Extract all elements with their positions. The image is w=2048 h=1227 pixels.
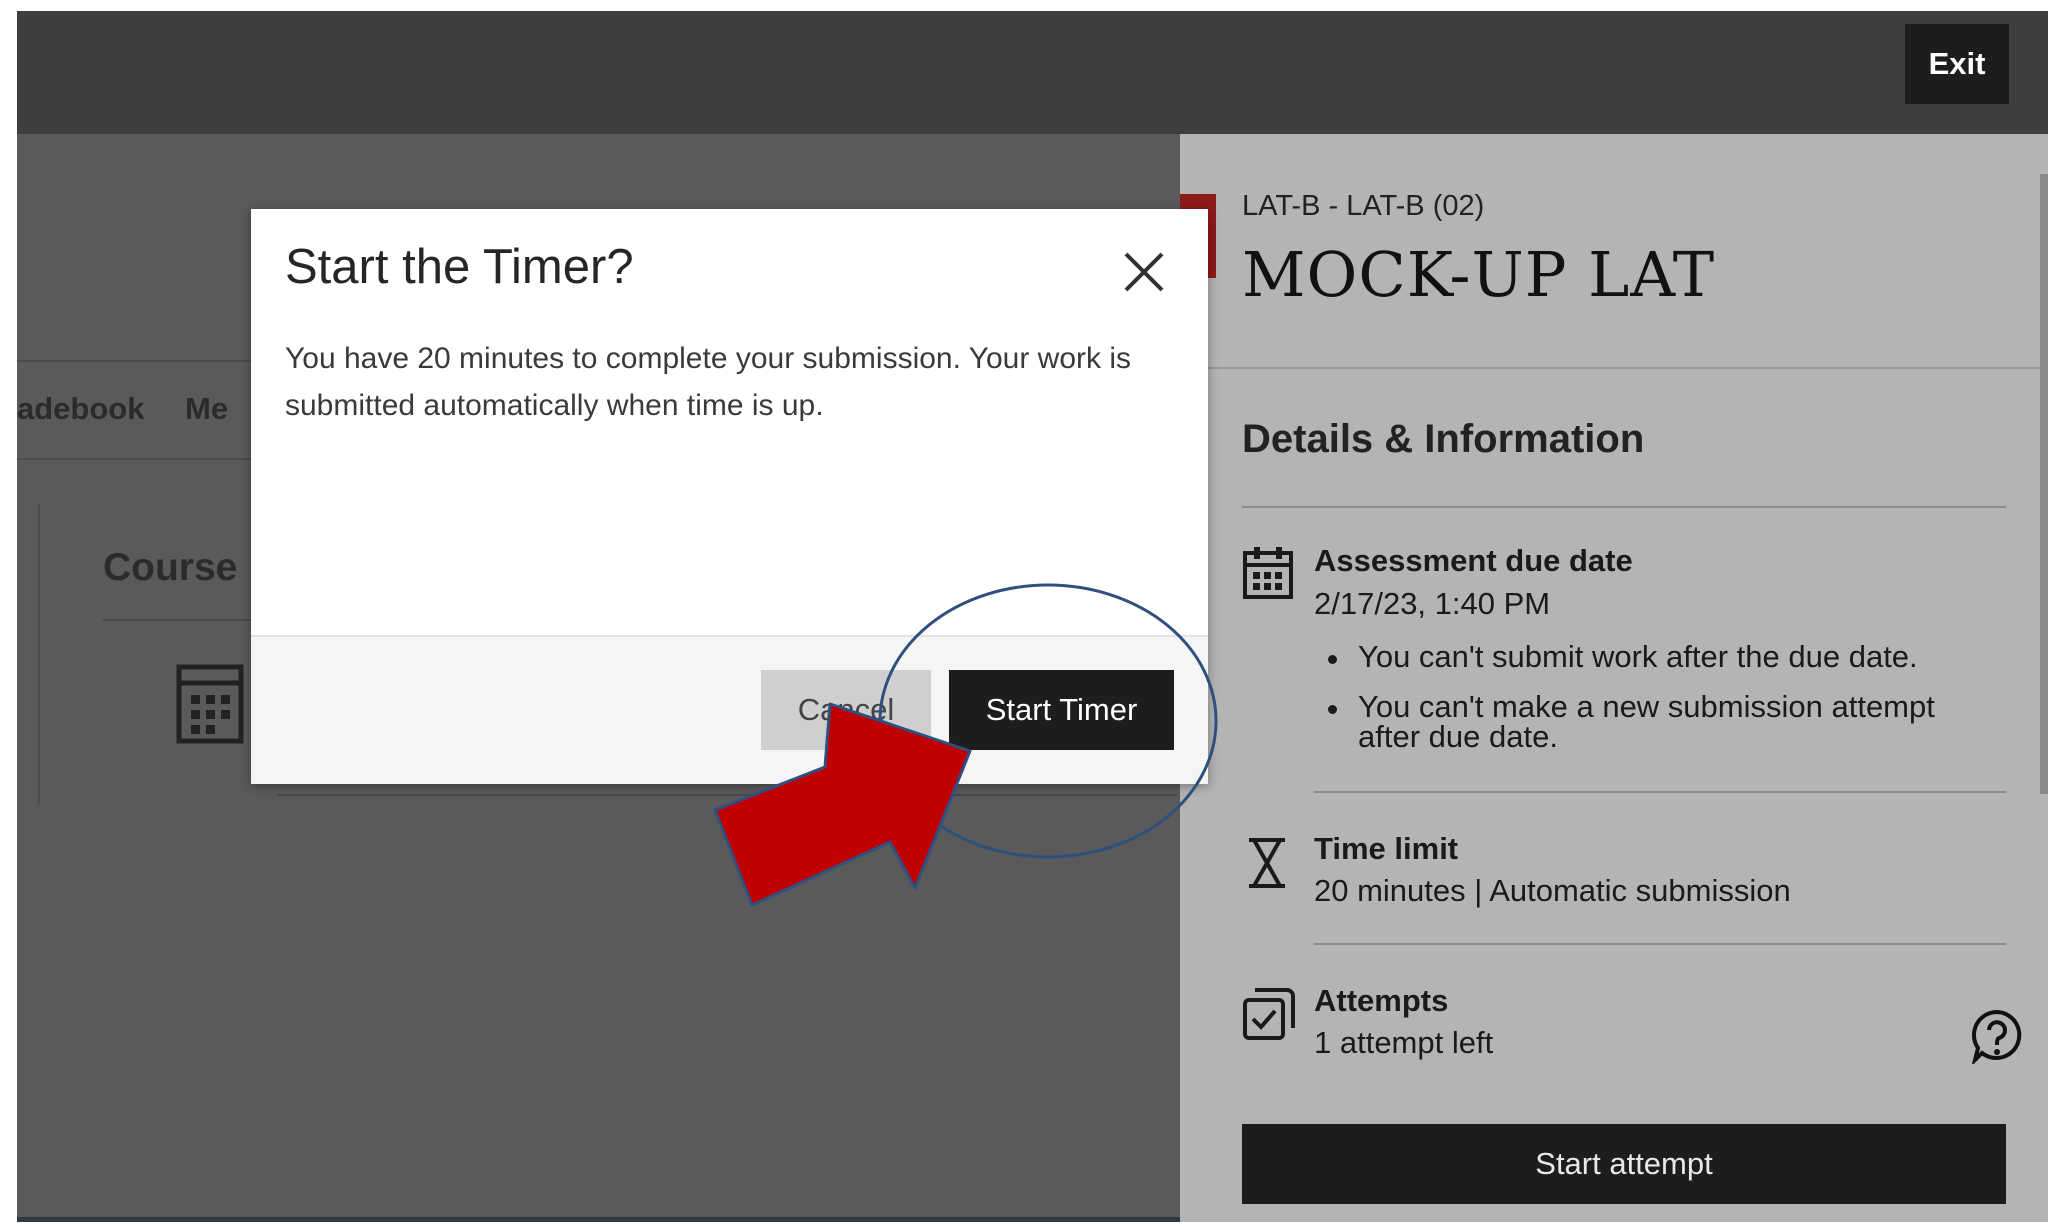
due-date-value: 2/17/23, 1:40 PM	[1314, 586, 1551, 621]
assessment-panel: LAT-B - LAT-B (02) MOCK-UP LAT Details &…	[1180, 134, 2048, 1222]
details-heading: Details & Information	[1242, 417, 1645, 461]
assessment-title: MOCK-UP LAT	[1242, 238, 1716, 311]
dialog-footer: Cancel Start Timer	[251, 635, 1208, 784]
due-date-label: Assessment due date	[1314, 543, 1633, 578]
close-icon[interactable]	[1121, 249, 1167, 295]
course-code: LAT-B - LAT-B (02)	[1242, 190, 1485, 222]
start-attempt-button[interactable]: Start attempt	[1242, 1124, 2006, 1204]
tab-gradebook[interactable]: adebook	[17, 391, 144, 427]
cancel-button[interactable]: Cancel	[761, 670, 931, 750]
due-date-rule	[1314, 791, 2006, 793]
due-date-note: You can't submit work after the due date…	[1314, 641, 2004, 672]
calendar-icon	[175, 659, 245, 750]
app-window: Exit adebook Me Course LAT-B - LAT-B (02…	[17, 11, 2048, 1222]
panel-scrollbar[interactable]	[2040, 174, 2048, 794]
calendar-icon	[1242, 545, 1294, 606]
due-date-notes: You can't submit work after the due date…	[1314, 641, 2004, 772]
attempts-label: Attempts	[1314, 983, 1449, 1018]
screenshot-stage: Exit adebook Me Course LAT-B - LAT-B (02…	[0, 0, 2048, 1227]
content-left-rule	[38, 504, 40, 804]
dialog-message: You have 20 minutes to complete your sub…	[285, 342, 1132, 422]
details-heading-rule	[1242, 506, 2006, 508]
course-content-heading: Course	[103, 546, 238, 589]
help-icon[interactable]	[1969, 1008, 2025, 1069]
panel-header-rule	[1180, 367, 2048, 369]
attempts-value: 1 attempt left	[1314, 1025, 1494, 1060]
time-limit-rule	[1314, 943, 2006, 945]
time-limit-value: 20 minutes | Automatic submission	[1314, 873, 1791, 908]
hourglass-icon	[1246, 837, 1288, 894]
dialog-title: Start the Timer?	[285, 240, 634, 294]
exit-button[interactable]: Exit	[1905, 24, 2009, 104]
due-date-note: You can't make a new submission attempt …	[1314, 691, 2004, 752]
tab-messages[interactable]: Me	[185, 391, 228, 427]
checkbox-icon	[1242, 987, 1296, 1046]
start-timer-dialog: Start the Timer? You have 20 minutes to …	[251, 209, 1208, 784]
top-bar: Exit	[17, 11, 2048, 134]
course-item-rule	[277, 794, 1177, 796]
time-limit-label: Time limit	[1314, 831, 1459, 866]
start-timer-button[interactable]: Start Timer	[949, 670, 1174, 750]
